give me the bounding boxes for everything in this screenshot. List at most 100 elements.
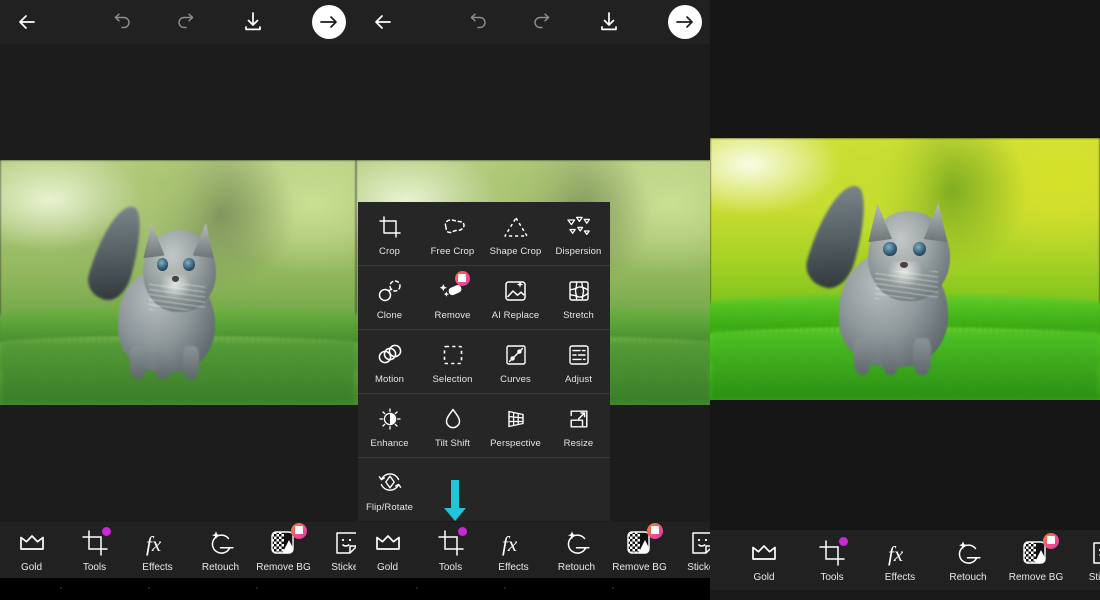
crop-tools-icon [818,536,848,568]
tool-label: Crop [379,246,400,257]
nav-item-tools[interactable]: Tools [419,522,482,578]
nav-item-gold[interactable]: Gold [356,522,419,578]
tool-resize[interactable]: Resize [547,394,610,457]
nav-item-tools[interactable]: Tools [798,532,866,588]
nav-item-effects[interactable]: fx Effects [482,522,545,578]
undo-button[interactable] [454,0,500,44]
crown-icon [17,528,47,558]
nav-item-label: Effects [884,571,916,583]
tool-motion[interactable]: Motion [358,330,421,393]
back-button[interactable] [360,0,406,44]
tool-label: Shape Crop [489,246,542,257]
nav-item-retouch[interactable]: Retouch [545,522,608,578]
nav-item-gold[interactable]: Gold [730,532,798,588]
nav-item-label: Sticker [687,561,712,573]
save-button[interactable] [586,0,632,44]
tool-stretch[interactable]: Stretch [547,266,610,329]
remove-bg-icon [625,522,663,558]
system-nav-bar [356,578,712,600]
tools-flyout-menu: Crop Free Crop Shape Crop Dispersion Clo… [358,202,610,521]
arrow-left-icon [19,15,35,29]
panel-right: Gold Tools fx Effects Retouch Remove BG Sticke… [710,0,1100,600]
tool-clone[interactable]: Clone [358,266,421,329]
tools-row: Clone Remove AI Replace Stretch [358,266,610,330]
photo-canvas[interactable] [710,138,1100,400]
tool-crop[interactable]: Crop [358,202,421,265]
nav-item-retouch[interactable]: Retouch [934,532,1002,588]
new-feature-dot [839,536,848,546]
download-icon [245,12,261,31]
crop-icon [378,216,401,238]
tool-adjust[interactable]: Adjust [547,330,610,393]
tool-tilt-shift[interactable]: Tilt Shift [421,394,484,457]
tool-label: Selection [432,374,473,385]
stretch-icon [568,281,589,301]
editor-topbar [0,0,356,44]
tool-label: Stretch [563,310,594,321]
nav-item-remove-bg[interactable]: Remove BG [252,522,315,578]
screenshot-stage: Gold Tools fx Effects Retouch Remove BG Sticke… [0,0,1100,600]
fx-icon: fx [143,528,173,558]
tool-label: Enhance [370,438,409,449]
redo-button[interactable] [164,0,210,44]
fx-icon: fx [499,528,529,558]
undo-button[interactable] [98,0,144,44]
nav-item-effects[interactable]: fx Effects [866,532,934,588]
tool-label: Clone [376,310,403,321]
ai-replace-icon [505,281,526,301]
pro-badge-icon [646,522,663,539]
adjust-icon [568,345,589,365]
photo-canvas[interactable] [0,160,356,405]
tools-row-filler [484,458,547,521]
tool-label: Adjust [564,374,592,385]
dispersion-icon [566,216,590,236]
panel-left: Gold Tools fx Effects Retouch Remove BG Sticke… [0,0,356,600]
sticker-icon [689,528,712,558]
arrow-left-icon [375,15,391,29]
tool-shape-crop[interactable]: Shape Crop [484,202,547,265]
nav-item-label: Remove BG [1008,571,1064,583]
tool-free-crop[interactable]: Free Crop [421,202,484,265]
next-button[interactable] [668,5,702,39]
nav-item-tools[interactable]: Tools [63,522,126,578]
nav-item-sticker[interactable]: Sticker [1070,532,1100,588]
crop-tools-icon [81,526,111,558]
tool-ai-replace[interactable]: AI Replace [484,266,547,329]
tools-row-filler [547,458,610,521]
tool-perspective[interactable]: Perspective [484,394,547,457]
pro-badge-icon [454,271,470,286]
tool-dispersion[interactable]: Dispersion [547,202,610,265]
nav-item-sticker[interactable]: Sticker [671,522,712,578]
redo-button[interactable] [520,0,566,44]
tool-selection[interactable]: Selection [421,330,484,393]
editor-topbar [356,0,712,44]
flip-rotate-icon [378,473,401,491]
tool-label: Remove [434,310,471,321]
retouch-face-icon [206,528,236,558]
new-feature-dot [101,526,111,536]
bottom-nav: Gold Tools fx Effects Retouch Remove BG Sticke… [710,530,1100,590]
nav-item-remove-bg[interactable]: Remove BG [1002,532,1070,588]
nav-item-label: Sticker [1088,571,1100,583]
nav-item-sticker[interactable]: Sticker [315,522,356,578]
nav-item-gold[interactable]: Gold [0,522,63,578]
nav-item-label: Tools [438,561,463,573]
nav-item-remove-bg[interactable]: Remove BG [608,522,671,578]
crop-tools-icon [437,526,467,558]
tool-remove[interactable]: Remove [421,266,484,329]
tool-label: AI Replace [491,310,540,321]
save-button[interactable] [230,0,276,44]
tilt-shift-icon [445,408,460,429]
back-button[interactable] [4,0,50,44]
nav-item-effects[interactable]: fx Effects [126,522,189,578]
tool-flip-rotate[interactable]: Flip/Rotate [358,458,421,521]
nav-item-retouch[interactable]: Retouch [189,522,252,578]
tool-curves[interactable]: Curves [484,330,547,393]
nav-item-label: Effects [498,561,529,573]
tool-enhance[interactable]: Enhance [358,394,421,457]
nav-item-label: Gold [753,571,775,583]
nav-item-label: Sticker [331,561,356,573]
next-button[interactable] [312,5,346,39]
nav-item-label: Remove BG [256,561,311,573]
motion-icon [378,344,401,364]
